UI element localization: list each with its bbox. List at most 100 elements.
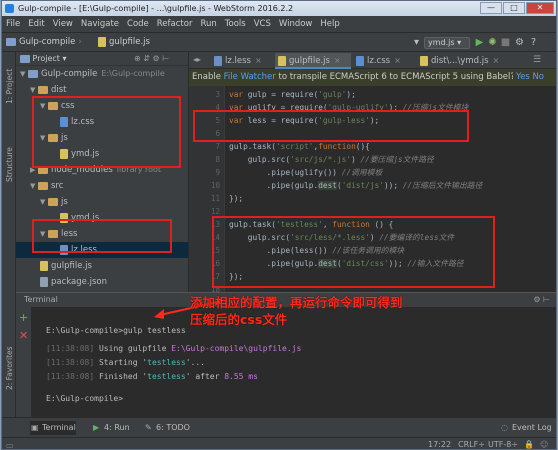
terminal-line: [11:38:08] Using gulpfile E:\Gulp-compil…	[46, 344, 301, 353]
todo-tool-tab[interactable]: ✎ 6: TODO	[144, 421, 190, 435]
breadcrumb-file[interactable]: gulpfile.js	[98, 37, 150, 47]
left-tool-strip: 1: Project Structure 2: Favorites	[2, 52, 16, 417]
menu-code[interactable]: Code	[127, 16, 149, 32]
folder-icon	[48, 101, 58, 110]
project-view-icon	[20, 54, 30, 63]
code-line: var uglify = require('gulp-uglify'); //压…	[229, 103, 469, 112]
close-session-icon[interactable]: ✕	[19, 329, 28, 342]
inspector-icon[interactable]: ☺	[540, 438, 548, 449]
status-tool-windows-icon[interactable]: ▭	[6, 439, 14, 449]
tool-tab-label: Terminal	[42, 423, 76, 432]
terminal-task-name: testless	[147, 372, 186, 381]
terminal-prompt: E:\Gulp-compile>	[46, 394, 124, 403]
css-file-icon	[356, 56, 364, 66]
new-session-icon[interactable]: +	[19, 311, 28, 324]
lock-icon[interactable]: 🔒	[524, 438, 534, 449]
menu-vcs[interactable]: VCS	[254, 16, 271, 32]
maximize-button[interactable]: □	[503, 2, 525, 14]
tree-item-lz-less[interactable]: lz.less	[16, 242, 188, 258]
terminal-timestamp: [11:38:08]	[46, 372, 95, 381]
panel-toolbar-icons[interactable]: ⊕ ⇵ ⚙ ⊢	[134, 52, 169, 65]
terminal-line[interactable]: E:\Gulp-compile>	[46, 394, 123, 403]
settings-icon[interactable]: ⚙	[514, 37, 525, 48]
chevron-right-icon: ▶	[30, 166, 36, 174]
code-line: .pipe(uglify()) //调用模板	[229, 168, 383, 177]
tab-list-icon[interactable]: ☰	[533, 55, 541, 65]
folder-icon	[38, 165, 48, 174]
tree-item-node-modules[interactable]: ▶ node_modules library root	[16, 162, 188, 178]
caret-position[interactable]: 17:22	[428, 438, 451, 449]
debug-icon[interactable]: ✺	[487, 37, 498, 48]
menu-edit[interactable]: Edit	[28, 16, 44, 32]
close-tab-icon[interactable]: ×	[394, 56, 401, 65]
line-separator[interactable]: CRLF÷	[458, 438, 485, 449]
menu-window[interactable]: Window	[279, 16, 313, 32]
file-encoding[interactable]: UTF-8÷	[488, 438, 518, 449]
line-number: 6	[215, 129, 220, 138]
close-tab-icon[interactable]: ×	[334, 56, 341, 65]
menu-view[interactable]: View	[53, 16, 73, 32]
project-view-select[interactable]: Project	[33, 54, 60, 63]
tree-item-dist-js[interactable]: ▼ js	[16, 130, 188, 146]
structure-tool-tab[interactable]: Structure	[5, 147, 14, 182]
menu-run[interactable]: Run	[200, 16, 216, 32]
tree-item-gulpfile[interactable]: gulpfile.js	[16, 258, 188, 274]
code-line: });	[229, 194, 244, 203]
tab-gulpfile-js[interactable]: gulpfile.js ×	[275, 53, 351, 69]
code-editor[interactable]: var gulp = require('gulp'); var uglify =…	[229, 86, 556, 292]
breadcrumb-project[interactable]: Gulp-compile ›	[6, 37, 82, 47]
close-tab-icon[interactable]: ×	[493, 56, 500, 65]
code-line: .pipe(gulp.dest('dist/css')); //输入文件路径	[229, 259, 464, 268]
terminal-tool-tab[interactable]: ▣ Terminal	[30, 421, 76, 435]
tree-item-lz-css[interactable]: lz.css	[16, 114, 188, 130]
line-number: 14	[210, 233, 220, 242]
stop-icon[interactable]: ■	[500, 37, 511, 48]
todo-icon: ✎	[145, 423, 152, 432]
tree-item-dist[interactable]: ▼ dist	[16, 82, 188, 98]
tree-item-src[interactable]: ▼ src	[16, 178, 188, 194]
event-log-tool-tab[interactable]: ◌ Event Log	[500, 421, 552, 435]
run-tool-tab[interactable]: ▶ 4: Run	[92, 421, 130, 435]
tree-item-package-json[interactable]: package.json	[16, 274, 188, 290]
build-icon[interactable]: ▾	[411, 37, 422, 48]
tree-item-src-less[interactable]: ▼ less	[16, 226, 188, 242]
tree-item-label: less	[61, 229, 78, 239]
status-bar: ▭ 17:22 CRLF÷ UTF-8÷ 🔒 ☺	[2, 437, 556, 449]
chevron-down-icon: ▼	[40, 102, 46, 110]
project-panel: Project ▾ ⊕ ⇵ ⚙ ⊢ ▼ Gulp-compile E:\Gulp-c…	[16, 52, 189, 292]
minimize-button[interactable]: —	[480, 2, 502, 14]
file-watcher-link[interactable]: File Watcher	[224, 72, 276, 82]
close-tab-icon[interactable]: ×	[255, 56, 262, 65]
tabs-scroll-icon[interactable]: ◂▸	[193, 55, 201, 64]
tree-item-label: dist	[51, 85, 67, 95]
favorites-tool-tab[interactable]: 2: Favorites	[5, 346, 14, 390]
tab-lz-css[interactable]: lz.css ×	[353, 53, 415, 69]
tab-lz-less[interactable]: lz.less ×	[211, 53, 273, 69]
tree-item-dist-css[interactable]: ▼ css	[16, 98, 188, 114]
run-icon: ▶	[93, 423, 100, 432]
menu-navigate[interactable]: Navigate	[81, 16, 119, 32]
menu-tools[interactable]: Tools	[225, 16, 246, 32]
tree-item-dist-ymd-js[interactable]: ymd.js	[16, 146, 188, 162]
banner-yes-link[interactable]: Yes	[516, 72, 530, 82]
tool-tab-label: 4: Run	[104, 423, 130, 432]
tree-item-label: lz.less	[71, 245, 97, 255]
help-icon[interactable]: ?	[528, 37, 539, 48]
window-title: Gulp-compile - [E:\Gulp-compile] - ...\g…	[18, 4, 294, 13]
menu-refactor[interactable]: Refactor	[157, 16, 193, 32]
line-number: 9	[215, 168, 220, 177]
banner-no-link[interactable]: No	[532, 72, 544, 82]
close-button[interactable]: ✕	[526, 2, 554, 14]
run-icon[interactable]: ▶	[474, 37, 485, 48]
terminal-text: Finished '	[94, 372, 148, 381]
project-tool-tab[interactable]: 1: Project	[5, 69, 14, 104]
run-configuration-select[interactable]: ymd.js ▾	[424, 37, 470, 49]
terminal-settings-icons[interactable]: ⚙ ⊢	[533, 293, 550, 307]
tree-item-src-ymd-js[interactable]: ymd.js	[16, 210, 188, 226]
tree-item-gulp-compile[interactable]: ▼ Gulp-compile E:\Gulp-compile	[16, 66, 188, 82]
tab-dist-ymd-js[interactable]: dist\...\ymd.js ×	[417, 53, 509, 69]
menu-help[interactable]: Help	[320, 16, 339, 32]
chevron-down-icon: ▼	[20, 70, 26, 78]
tree-item-src-js[interactable]: ▼ js	[16, 194, 188, 210]
menu-file[interactable]: File	[6, 16, 20, 32]
